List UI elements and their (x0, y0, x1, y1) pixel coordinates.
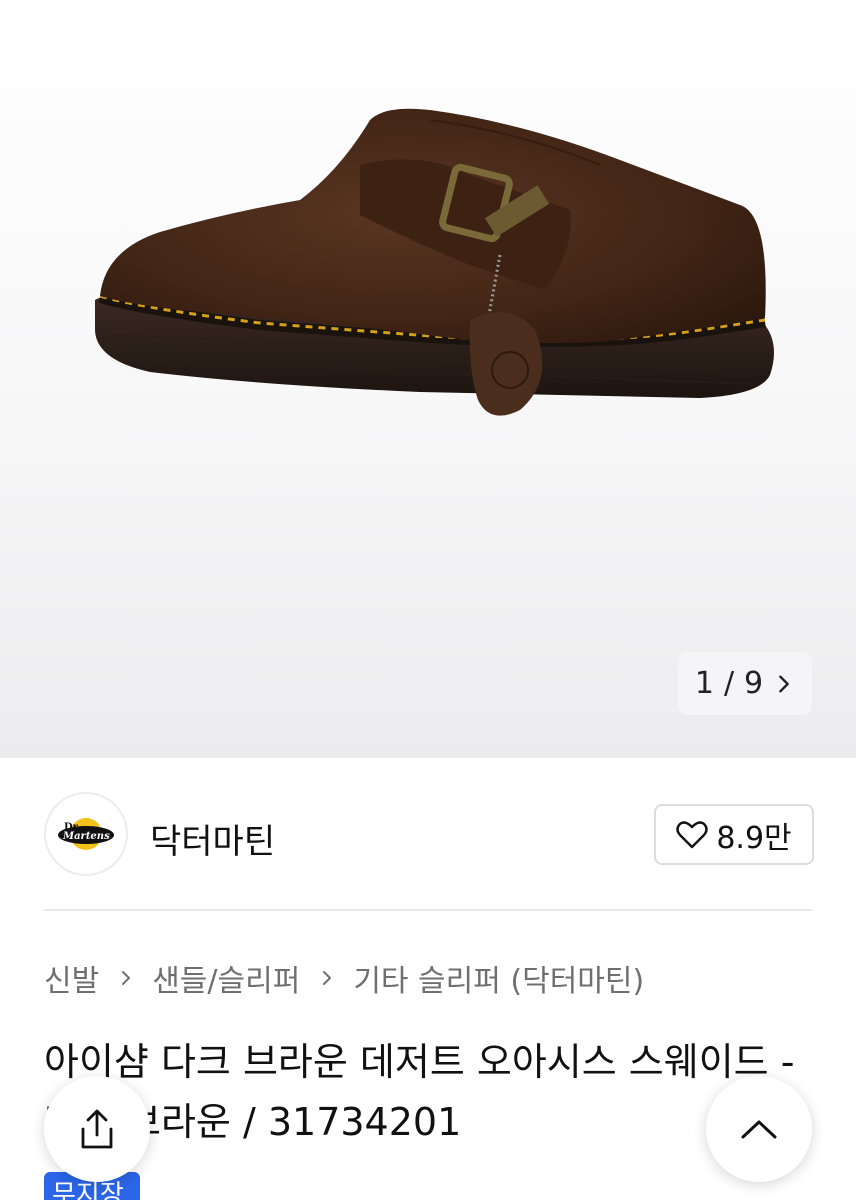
brand-name[interactable]: 닥터마틴 (150, 814, 275, 863)
breadcrumb-item-shoes[interactable]: 신발 (44, 956, 99, 1000)
breadcrumb-item-sandals[interactable]: 샌들/슬리퍼 (152, 956, 300, 1000)
brand-row: Dr. Martens 닥터마틴 8.9만 (44, 790, 814, 876)
breadcrumb-item-other-slippers[interactable]: 기타 슬리퍼 (닥터마틴) (353, 956, 644, 1000)
dr-martens-logo-icon: Dr. Martens (58, 818, 114, 850)
product-image-gallery[interactable]: 1 / 9 (0, 0, 856, 758)
scroll-to-top-button[interactable] (706, 1076, 812, 1182)
brand-logo[interactable]: Dr. Martens (44, 792, 128, 876)
chevron-right-icon (323, 971, 332, 985)
chevron-up-icon (741, 1120, 777, 1139)
share-icon (81, 1109, 113, 1149)
pager-total: 9 (744, 666, 764, 701)
svg-text:Martens: Martens (62, 831, 110, 842)
like-button[interactable]: 8.9만 (654, 804, 814, 865)
breadcrumb: 신발 샌들/슬리퍼 기타 슬리퍼 (닥터마틴) (44, 956, 644, 1000)
section-divider (44, 909, 812, 911)
like-count: 8.9만 (716, 820, 792, 856)
share-button[interactable] (44, 1076, 150, 1182)
heart-icon (676, 820, 709, 848)
chevron-right-icon (779, 674, 789, 693)
pager-current: 1 (694, 666, 714, 701)
image-pager-button[interactable]: 1 / 9 (678, 652, 812, 715)
pager-separator: / (723, 666, 735, 701)
product-image (95, 108, 774, 416)
chevron-right-icon (122, 971, 131, 985)
